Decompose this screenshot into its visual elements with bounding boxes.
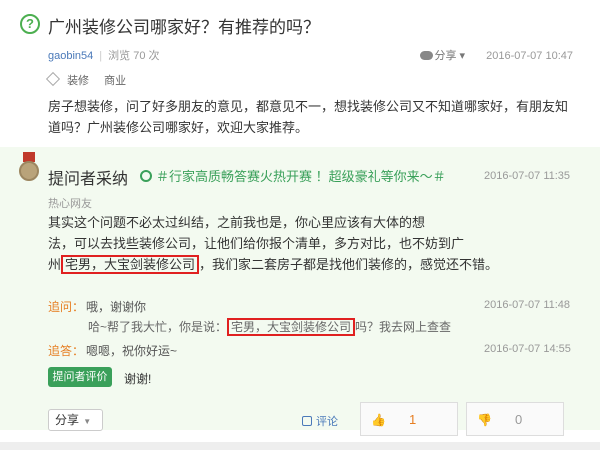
accepted-answer-title: 提问者采纳 — [48, 171, 129, 188]
follow-up-reply: 哈~帮了我大忙，你是说： 宅男，大宝剑装修公司 吗？我去网上查查 — [88, 318, 452, 336]
question-title: 广州装修公司哪家好？有推荐的吗？ — [48, 18, 320, 37]
promo-text: ＃行家高质畅答赛火热开赛 ！超级豪礼等你来～＃ — [156, 169, 446, 184]
answerer-name: 热心网友 — [48, 198, 92, 210]
bottom-divider — [0, 442, 600, 450]
answer-time: 2016-07-07 11:35 — [484, 170, 571, 182]
follow-up-reply-suffix: 吗？我去网上查查 — [355, 320, 452, 334]
answer-share-button[interactable]: 分享 ▼ — [48, 409, 103, 431]
like-button[interactable]: 👍 1 — [360, 402, 458, 436]
answer-line-3: 州宅男，大宝剑装修公司 ，我们家二套房子都是找他们装修的，感觉还不错。 — [48, 254, 568, 275]
promo-link[interactable]: ＃行家高质畅答赛火热开赛 ！超级豪礼等你来～＃ — [140, 166, 446, 185]
answer-line-1: 其实这个问题不必太过纠结，之前我也是，你心里应该有大体的想 — [48, 215, 426, 230]
chevron-down-icon: ▼ — [81, 417, 92, 426]
share-label: 分享 — [55, 413, 80, 427]
tag-commerce[interactable]: 商业 — [104, 75, 126, 87]
highlighted-company-followup: 宅男，大宝剑装修公司 — [227, 318, 356, 336]
asker-link[interactable]: gaobin54 — [48, 50, 93, 62]
meta-separator: | — [99, 50, 103, 62]
answer-line-3-prefix: 州 — [48, 257, 62, 272]
follow-up-text: 哦，谢谢你 — [86, 300, 147, 314]
view-count: 浏览 70 次 — [108, 50, 160, 62]
asker-rating-text: 谢谢! — [124, 372, 152, 386]
answer-line-2: 法，可以去找些装修公司，让他们给你报个清单，多方对比，也不妨到广 — [48, 236, 465, 251]
meta-right: 分享 ▾ 2016-07-07 10:47 — [419, 47, 573, 63]
dislike-button[interactable]: 👎 0 — [466, 402, 564, 436]
question-share-label: 分享 — [434, 50, 457, 62]
highlighted-company: 宅男，大宝剑装修公司 — [61, 255, 200, 274]
comment-icon — [302, 416, 312, 426]
promo-icon — [140, 170, 152, 182]
follow-up-reply-prefix: 哈~帮了我大忙，你是说： — [88, 320, 228, 334]
accepted-answer-panel — [0, 147, 600, 430]
question-icon: ? — [20, 14, 40, 34]
question-body: 房子想装修，问了好多朋友的意见，都意见不一，想找装修公司又不知道哪家好，有朋友知… — [48, 99, 569, 135]
dislike-count: 0 — [515, 412, 523, 427]
tag-decoration[interactable]: 装修 — [67, 75, 89, 87]
question-time: 2016-07-07 10:47 — [486, 50, 573, 62]
comment-button[interactable]: 评论 — [302, 413, 338, 429]
thumbs-up-icon: 👍 — [371, 413, 386, 427]
follow-up-time: 2016-07-07 11:48 — [484, 299, 571, 311]
question-meta: gaobin54 | 浏览 70 次 分享 ▾ 2016-07-07 10:47 — [48, 47, 573, 63]
medal-icon — [18, 152, 40, 182]
share-cloud-icon — [419, 51, 433, 60]
question-share-button[interactable]: 分享 ▾ — [419, 47, 465, 63]
follow-answer-time: 2016-07-07 14:55 — [484, 343, 571, 355]
like-count: 1 — [409, 412, 417, 427]
answer-body: 其实这个问题不必太过纠结，之前我也是，你心里应该有大体的想 法，可以去找些装修公… — [48, 212, 568, 275]
answer-line-3-suffix: ，我们家二套房子都是找他们装修的，感觉还不错。 — [199, 257, 499, 272]
asker-rating-button[interactable]: 提问者评价 — [48, 367, 112, 387]
follow-answer-text: 嗯嗯，祝你好运~ — [86, 344, 178, 358]
comment-label: 评论 — [316, 416, 338, 428]
follow-up-label: 追问： — [48, 300, 85, 314]
tag-icon — [45, 71, 61, 87]
follow-answer-label: 追答： — [48, 344, 85, 358]
tag-list: 装修 商业 — [45, 71, 138, 88]
thumbs-down-icon: 👎 — [477, 413, 492, 427]
